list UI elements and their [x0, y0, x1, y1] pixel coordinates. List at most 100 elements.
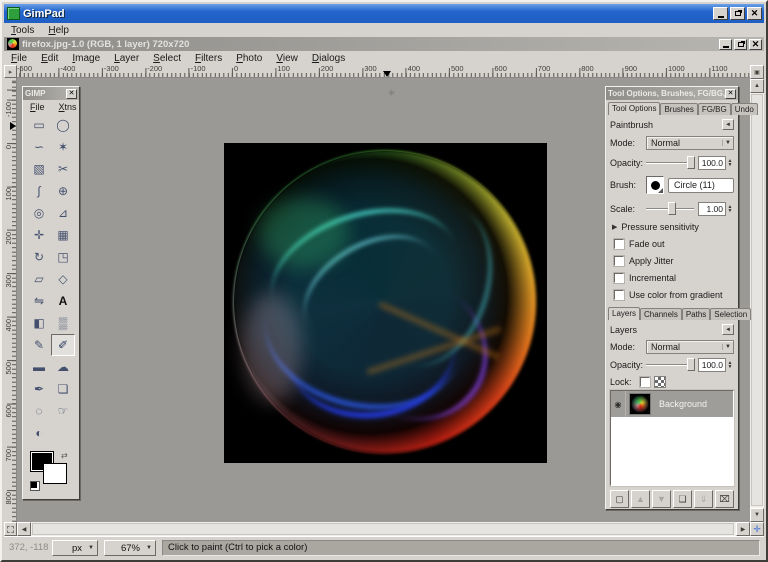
tool-gradient[interactable]: ▒ — [51, 312, 75, 334]
tool-crop[interactable]: ▦ — [51, 224, 75, 246]
tab-undo[interactable]: Undo — [731, 103, 758, 115]
tool-ellipse-select[interactable]: ◯ — [51, 114, 75, 136]
tool-airbrush[interactable]: ☁ — [51, 356, 75, 378]
spinner-arrows-icon[interactable]: ▲▼ — [726, 202, 734, 216]
scroll-right-button[interactable]: ▶ — [736, 522, 750, 536]
dock-close-button[interactable]: ✕ — [725, 89, 736, 99]
tab-paths[interactable]: Paths — [682, 308, 710, 320]
menu-item-help[interactable]: Help — [41, 24, 76, 37]
layer-opacity-slider[interactable] — [646, 358, 694, 372]
tab-fg-bg[interactable]: FG/BG — [698, 103, 731, 115]
horizontal-scrollbar[interactable]: ◀ ▶ — [17, 522, 750, 536]
horizontal-ruler[interactable]: -500-400-300-200-10001002003004005006007… — [17, 65, 750, 78]
tool-color-picker[interactable]: ⊕ — [51, 180, 75, 202]
checkbox-icon[interactable] — [614, 239, 624, 249]
checkbox-icon[interactable] — [614, 290, 624, 300]
image-menu-item-view[interactable]: View — [269, 52, 305, 65]
image-menu-item-file[interactable]: File — [4, 52, 34, 65]
tool-scale[interactable]: ◳ — [51, 246, 75, 268]
scroll-up-button[interactable]: ▲ — [750, 79, 764, 93]
scroll-corner-button[interactable]: ▣ — [750, 65, 764, 79]
scroll-left-button[interactable]: ◀ — [17, 522, 31, 536]
visibility-eye-icon[interactable]: ◉ — [611, 391, 626, 417]
duplicate-layer-button[interactable]: ❏ — [673, 490, 692, 508]
image-minimize-button[interactable] — [719, 39, 732, 50]
option-use-color-from-gradient[interactable]: Use color from gradient — [614, 288, 734, 302]
tool-text[interactable]: A — [51, 290, 75, 312]
toolbox-titlebar[interactable]: GIMP ✕ — [23, 87, 79, 100]
quickmask-toggle-button[interactable] — [4, 522, 17, 536]
unit-select[interactable]: px ▼ — [52, 540, 98, 556]
minimize-button[interactable] — [713, 7, 728, 20]
toolbox-menu-item-file[interactable]: File — [23, 101, 52, 113]
ruler-corner-button[interactable]: ▸ — [4, 65, 17, 78]
image-menu-item-dialogs[interactable]: Dialogs — [305, 52, 352, 65]
tab-brushes[interactable]: Brushes — [660, 103, 697, 115]
tool-magnify[interactable]: ◎ — [27, 202, 51, 224]
restore-button[interactable] — [730, 7, 745, 20]
layer-opacity-spinner[interactable]: 100.0 ▲▼ — [698, 358, 734, 372]
slider-handle[interactable] — [668, 202, 676, 215]
image-menu-item-edit[interactable]: Edit — [34, 52, 65, 65]
tab-selection[interactable]: Selection — [710, 308, 751, 320]
tool-dodge-burn[interactable]: ◐ — [27, 422, 51, 444]
tool-pencil[interactable]: ✎ — [27, 334, 51, 356]
tool-measure[interactable]: ⊿ — [51, 202, 75, 224]
dock-titlebar[interactable]: Tool Options, Brushes, FG/BG, ... ✕ — [606, 87, 738, 100]
horizontal-scroll-thumb[interactable] — [32, 523, 734, 535]
tool-convolve[interactable]: ◌ — [27, 400, 51, 422]
scale-spinner[interactable]: 1.00 ▲▼ — [698, 202, 734, 216]
tool-ink[interactable]: ✒ — [27, 378, 51, 400]
lock-checkbox[interactable] — [640, 377, 650, 387]
tab-tool-options[interactable]: Tool Options — [608, 102, 660, 115]
tab-layers[interactable]: Layers — [608, 307, 640, 320]
vertical-scrollbar[interactable]: ▣ ▲ ▼ — [750, 65, 764, 522]
spinner-arrows-icon[interactable]: ▲▼ — [726, 358, 734, 372]
anchor-layer-button[interactable]: ⇓ — [694, 490, 713, 508]
image-canvas[interactable] — [224, 143, 547, 463]
option-fade-out[interactable]: Fade out — [614, 237, 734, 251]
checkbox-icon[interactable] — [614, 256, 624, 266]
tool-smudge[interactable]: ☞ — [51, 400, 75, 422]
checkbox-icon[interactable] — [614, 273, 624, 283]
close-button[interactable]: ✕ — [747, 7, 762, 20]
layer-mode-select[interactable]: Normal ▼ — [646, 340, 734, 354]
tool-paintbrush[interactable]: ✐ — [51, 334, 75, 356]
vertical-ruler[interactable]: -1000100200300400500600700800900 — [4, 78, 17, 522]
swap-colors-icon[interactable]: ⇄ — [61, 451, 68, 460]
slider-handle[interactable] — [687, 156, 695, 169]
default-colors-icon[interactable] — [30, 481, 40, 491]
delete-layer-button[interactable]: ⌧ — [715, 490, 734, 508]
scale-slider[interactable] — [646, 202, 694, 216]
paint-mode-select[interactable]: Normal ▼ — [646, 136, 734, 150]
tool-bucket-fill[interactable]: ◧ — [27, 312, 51, 334]
tool-perspective[interactable]: ◇ — [51, 268, 75, 290]
image-restore-button[interactable] — [734, 39, 747, 50]
new-layer-button[interactable]: ▢ — [610, 490, 629, 508]
pressure-sensitivity-expander[interactable]: ▶ Pressure sensitivity — [612, 221, 734, 233]
image-menu-item-filters[interactable]: Filters — [188, 52, 229, 65]
image-menu-item-image[interactable]: Image — [65, 52, 107, 65]
image-menu-item-photo[interactable]: Photo — [229, 52, 269, 65]
layer-row-background[interactable]: ◉Background — [611, 391, 733, 417]
scroll-down-button[interactable]: ▼ — [750, 508, 764, 522]
keep-transparency-icon[interactable] — [654, 376, 666, 388]
tool-paths[interactable]: ∫ — [27, 180, 51, 202]
brush-name-field[interactable]: Circle (11) — [668, 178, 734, 193]
image-menu-item-layer[interactable]: Layer — [107, 52, 146, 65]
spinner-arrows-icon[interactable]: ▲▼ — [726, 156, 734, 170]
navigation-button[interactable]: ✛ — [750, 522, 764, 536]
image-window-titlebar[interactable]: firefox.jpg-1.0 (RGB, 1 layer) 720x720 ✕ — [4, 37, 764, 51]
panel-menu-button[interactable]: ◄ — [722, 324, 734, 335]
tool-clone[interactable]: ❏ — [51, 378, 75, 400]
toolbox-menu-item-xtns[interactable]: Xtns — [52, 101, 84, 113]
tool-eraser[interactable]: ▬ — [27, 356, 51, 378]
opacity-spinner[interactable]: 100.0 ▲▼ — [698, 156, 734, 170]
background-color-swatch[interactable] — [43, 463, 67, 484]
tool-shear[interactable]: ▱ — [27, 268, 51, 290]
vertical-scroll-thumb[interactable] — [751, 94, 763, 506]
raise-layer-button[interactable]: ▲ — [631, 490, 650, 508]
tab-channels[interactable]: Channels — [640, 308, 682, 320]
lower-layer-button[interactable]: ▼ — [652, 490, 671, 508]
menu-item-tools[interactable]: Tools — [4, 24, 41, 37]
